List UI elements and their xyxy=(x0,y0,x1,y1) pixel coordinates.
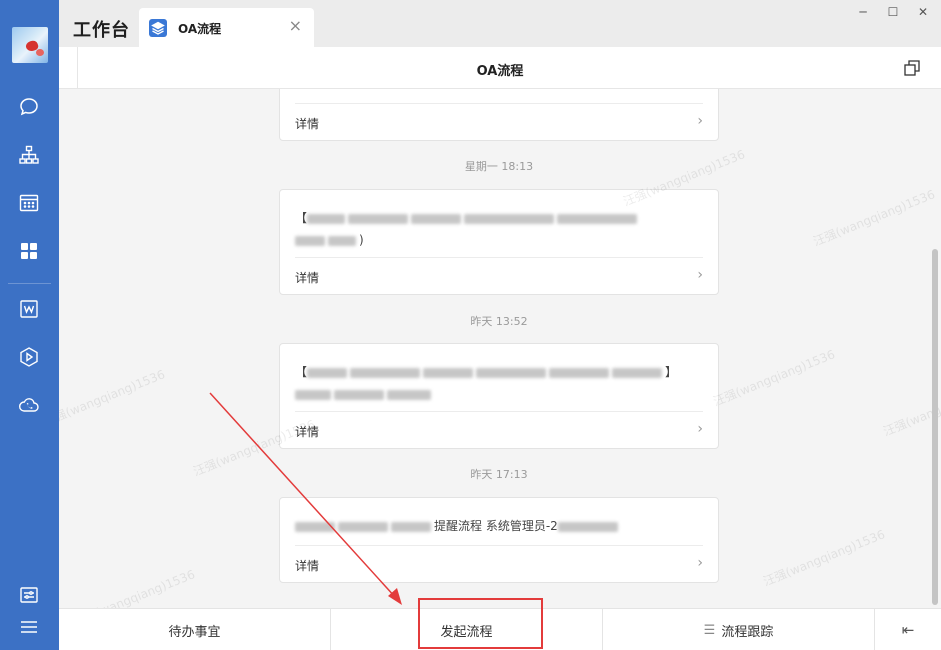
timestamp: 昨天 13:52 xyxy=(470,315,528,328)
wps-doc-icon[interactable] xyxy=(18,298,40,320)
detail-link[interactable]: 详情 xyxy=(295,115,319,132)
tab-label: OA流程 xyxy=(178,22,222,36)
message-text: 【】 xyxy=(295,361,705,405)
menu-icon[interactable] xyxy=(18,616,40,638)
message-text: 提醒流程 系统管理员-2 xyxy=(295,515,705,537)
app-title: 工作台 xyxy=(73,20,130,41)
highlight-box xyxy=(418,598,543,649)
maximize-button[interactable]: ☐ xyxy=(883,4,903,20)
list-item: 【】 详情 › xyxy=(279,343,719,449)
list-icon: ☰ xyxy=(703,622,716,638)
collapse-menu-icon[interactable]: ⇤ xyxy=(875,609,941,650)
org-chart-icon[interactable] xyxy=(18,144,40,166)
detail-link[interactable]: 详情 xyxy=(295,557,319,574)
user-avatar[interactable] xyxy=(12,27,48,63)
minimize-button[interactable]: ─ xyxy=(853,4,873,20)
left-sidebar xyxy=(0,0,59,650)
tab-close-icon[interactable]: × xyxy=(289,18,302,34)
calendar-icon[interactable] xyxy=(18,192,40,214)
chevron-right-icon[interactable]: › xyxy=(697,113,703,129)
chat-icon[interactable] xyxy=(18,96,40,118)
phone-cloud-icon[interactable] xyxy=(18,394,40,416)
watermark: 汪强(wangqiang)1536 xyxy=(811,187,937,249)
layers-icon xyxy=(149,19,167,37)
play-hex-icon[interactable] xyxy=(18,346,40,368)
watermark: 汪强(wangqiang)1536 xyxy=(711,347,837,409)
page-title: OA流程 xyxy=(476,64,524,79)
main-content: OA流程 详情 › 星期一 18:13 【 ) 详情 › 昨天 13:52 【】 xyxy=(59,47,941,650)
vertical-scrollbar[interactable] xyxy=(932,249,938,605)
settings-sliders-icon[interactable] xyxy=(18,584,40,606)
chevron-right-icon[interactable]: › xyxy=(697,421,703,437)
flow-track-button[interactable]: ☰ 流程跟踪 xyxy=(603,609,874,650)
timestamp: 昨天 17:13 xyxy=(470,468,528,481)
content-header: OA流程 xyxy=(59,47,941,89)
list-item: 详情 › xyxy=(279,89,719,141)
top-tab-bar: 工作台 OA流程 × ─ ☐ ✕ xyxy=(59,0,941,47)
open-external-icon[interactable] xyxy=(903,59,921,77)
list-item: 提醒流程 系统管理员-2 详情 › xyxy=(279,497,719,583)
timestamp: 星期一 18:13 xyxy=(464,160,534,173)
message-feed: 详情 › 星期一 18:13 【 ) 详情 › 昨天 13:52 【】 详情 ›… xyxy=(59,89,941,608)
detail-link[interactable]: 详情 xyxy=(295,269,319,286)
list-item: 【 ) 详情 › xyxy=(279,189,719,295)
chevron-right-icon[interactable]: › xyxy=(697,555,703,571)
watermark: 汪强(wangqiang)1536 xyxy=(71,567,197,608)
apps-grid-icon[interactable] xyxy=(18,240,40,262)
sidebar-divider xyxy=(8,283,51,284)
watermark: 汪强(wangqiang)1536 xyxy=(59,367,167,429)
todo-button[interactable]: 待办事宜 xyxy=(59,609,330,650)
close-window-button[interactable]: ✕ xyxy=(913,4,933,20)
watermark: 汪强(wangqiang)1536 xyxy=(761,527,887,589)
chevron-right-icon[interactable]: › xyxy=(697,267,703,283)
message-text: 【 ) xyxy=(295,207,705,251)
tab-oa-flow[interactable]: OA流程 × xyxy=(139,8,314,47)
detail-link[interactable]: 详情 xyxy=(295,423,319,440)
